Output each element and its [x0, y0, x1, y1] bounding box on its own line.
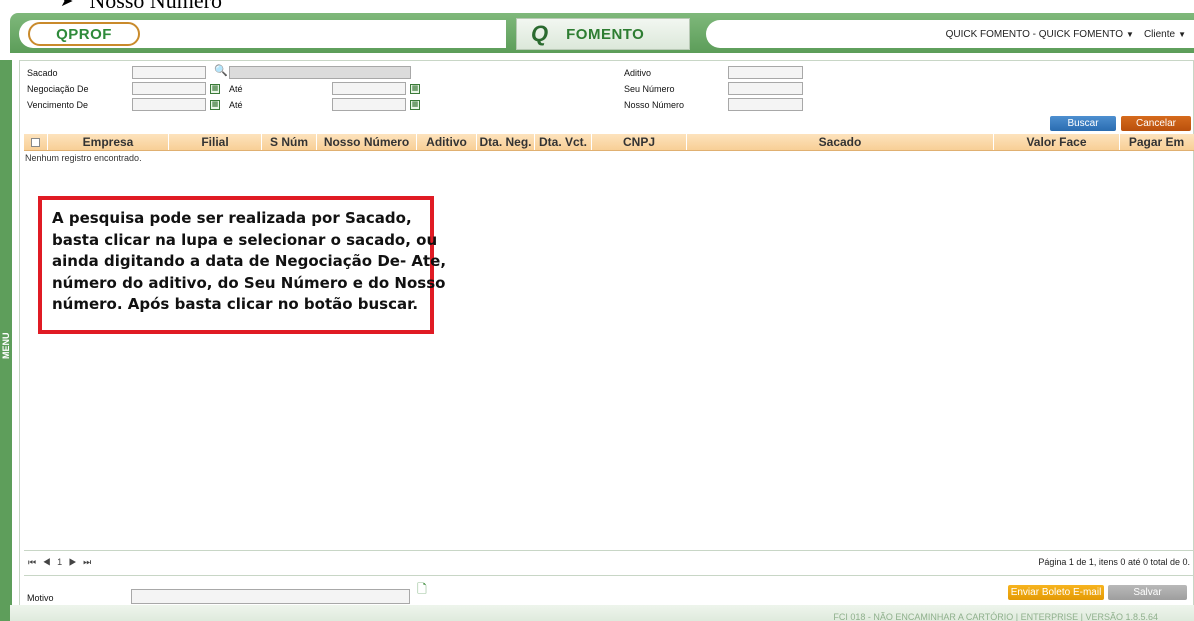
aditivo-input[interactable]	[728, 66, 803, 79]
col-aditivo[interactable]: Aditivo	[417, 134, 477, 150]
divider	[24, 550, 1194, 551]
pagination-info: Página 1 de 1, itens 0 até 0 total de 0.	[1038, 557, 1190, 567]
select-all-checkbox[interactable]	[31, 137, 40, 147]
document-heading: ➤ Nosso Número	[60, 0, 222, 14]
negociacao-ate-input[interactable]	[332, 82, 406, 95]
company-menu[interactable]: QUICK FOMENTO - QUICK FOMENTO ▼	[946, 29, 1134, 40]
seu-numero-label: Seu Número	[624, 84, 675, 94]
qprof-logo[interactable]: QPROF	[28, 22, 140, 46]
select-all-cell[interactable]	[24, 134, 48, 150]
empty-table-message: Nenhum registro encontrado.	[25, 153, 142, 163]
sacado-name-field	[229, 66, 411, 79]
ate-label: Até	[229, 100, 243, 110]
callout-line: A pesquisa pode ser realizada por Sacado…	[52, 209, 412, 227]
pagination-controls[interactable]: ⏮ ◀ 1 ▶ ⏭	[28, 557, 93, 568]
col-filial[interactable]: Filial	[169, 134, 262, 150]
sacado-label: Sacado	[27, 68, 58, 78]
module-tab[interactable]: Q FOMENTO	[516, 18, 690, 50]
cancelar-button[interactable]: Cancelar	[1121, 116, 1191, 131]
col-dta-neg[interactable]: Dta. Neg.	[477, 134, 535, 150]
user-menu-label: Cliente	[1143, 28, 1176, 40]
salvar-button[interactable]: Salvar	[1108, 585, 1187, 600]
chevron-down-icon: ▼	[1178, 29, 1186, 39]
col-sacado[interactable]: Sacado	[687, 134, 994, 150]
vencimento-ate-input[interactable]	[332, 98, 406, 111]
calendar-icon[interactable]: ▦	[410, 84, 420, 94]
motivo-label: Motivo	[27, 593, 54, 603]
buscar-button[interactable]: Buscar	[1050, 116, 1116, 131]
user-menu[interactable]: Cliente ▼	[1144, 29, 1186, 40]
table-header: Empresa Filial S Núm Nosso Número Aditiv…	[24, 134, 1194, 151]
search-lupa-icon[interactable]: 🔍	[214, 66, 228, 77]
instruction-callout: A pesquisa pode ser realizada por Sacado…	[38, 196, 447, 334]
col-empresa[interactable]: Empresa	[48, 134, 169, 150]
divider	[24, 575, 1194, 576]
calendar-icon[interactable]: ▦	[210, 100, 220, 110]
callout-line: número. Após basta clicar no botão busca…	[52, 295, 419, 313]
calendar-icon[interactable]: ▦	[210, 84, 220, 94]
vencimento-de-input[interactable]	[132, 98, 206, 111]
module-name: FOMENTO	[566, 25, 645, 43]
nosso-numero-input[interactable]	[728, 98, 803, 111]
callout-line: ainda digitando a data de Negociação De-…	[52, 252, 447, 270]
chevron-down-icon: ▼	[1126, 29, 1134, 39]
calendar-icon[interactable]: ▦	[410, 100, 420, 110]
document-heading-text: Nosso Número	[89, 0, 223, 13]
col-pagar-em[interactable]: Pagar Em	[1120, 134, 1193, 150]
module-logo-icon: Q	[531, 21, 549, 46]
vencimento-label: Vencimento De	[27, 100, 89, 110]
company-menu-label: QUICK FOMENTO - QUICK FOMENTO	[945, 28, 1124, 40]
negociacao-label: Negociação De	[27, 84, 89, 94]
enviar-boleto-email-button[interactable]: Enviar Boleto E-mail	[1008, 585, 1104, 600]
footer-version-text: FCI 018 - NÃO ENCAMINHAR A CARTÓRIO | EN…	[833, 612, 1158, 621]
col-cnpj[interactable]: CNPJ	[592, 134, 687, 150]
motivo-input[interactable]	[131, 589, 410, 604]
negociacao-de-input[interactable]	[132, 82, 206, 95]
ate-label: Até	[229, 84, 243, 94]
col-dta-vct[interactable]: Dta. Vct.	[535, 134, 592, 150]
col-s-num[interactable]: S Núm	[262, 134, 317, 150]
col-valor-face[interactable]: Valor Face	[994, 134, 1120, 150]
callout-line: número do aditivo, do Seu Número e do No…	[52, 273, 446, 292]
user-area: QUICK FOMENTO - QUICK FOMENTO ▼ Cliente ▼	[706, 20, 1194, 48]
col-nosso-numero[interactable]: Nosso Número	[317, 134, 417, 150]
aditivo-label: Aditivo	[624, 68, 652, 78]
seu-numero-input[interactable]	[728, 82, 803, 95]
bullet-arrow-icon: ➤	[60, 0, 74, 10]
sacado-code-input[interactable]	[132, 66, 206, 79]
add-note-icon[interactable]: 🗋	[415, 583, 429, 598]
callout-line: basta clicar na lupa e selecionar o saca…	[52, 230, 438, 249]
menu-toggle-label[interactable]: MENU	[0, 316, 12, 376]
nosso-numero-label: Nosso Número	[624, 100, 685, 110]
